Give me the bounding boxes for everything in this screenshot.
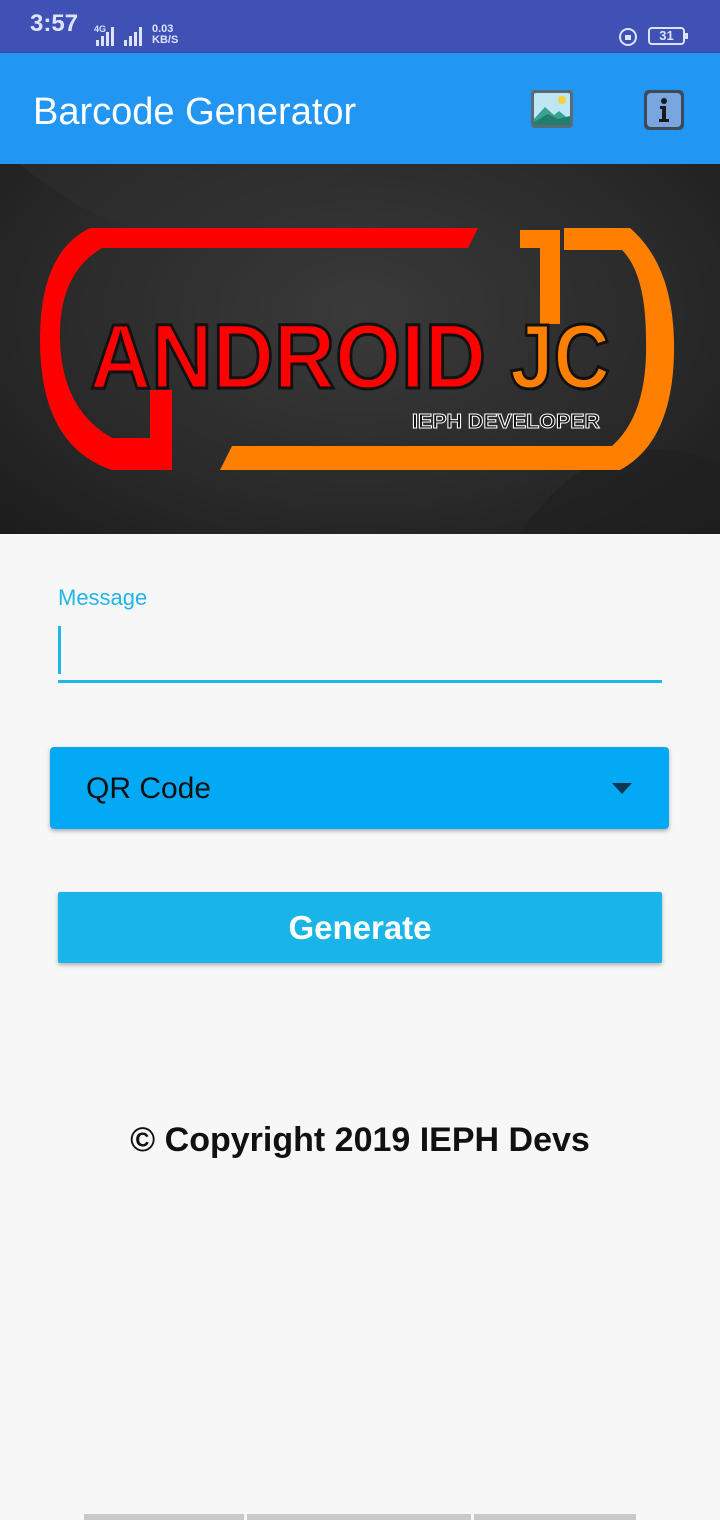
nav-segment xyxy=(474,1514,636,1520)
message-input[interactable] xyxy=(58,622,662,683)
image-button[interactable] xyxy=(530,89,574,129)
signal-icon-2 xyxy=(124,26,146,46)
nav-segment xyxy=(247,1514,471,1520)
network-speed: 0.03 KB/S xyxy=(152,24,178,46)
image-icon xyxy=(531,90,573,128)
info-button[interactable] xyxy=(643,89,687,130)
network-speed-unit: KB/S xyxy=(152,34,179,46)
navigation-bar xyxy=(84,1514,636,1520)
message-label: Message xyxy=(58,585,148,610)
battery-icon: 31 xyxy=(648,27,688,45)
logo-subtitle: IEPH DEVELOPER xyxy=(412,411,601,433)
text-cursor xyxy=(58,626,61,674)
copyright-text: © Copyright 2019 IEPH Devs xyxy=(130,1121,590,1159)
barcode-type-dropdown[interactable]: QR Code xyxy=(50,747,669,829)
dropdown-arrow-icon xyxy=(612,783,632,794)
status-bar: 3:57 4G 0.03 KB/S 31 xyxy=(0,0,720,53)
barcode-type-value: QR Code xyxy=(86,772,212,805)
app-title: Barcode Generator xyxy=(33,91,357,133)
generate-button[interactable]: Generate xyxy=(58,892,662,963)
signal-icon xyxy=(96,26,118,46)
banner-image: ANDROID JC IEPH DEVELOPER xyxy=(0,164,720,534)
info-icon xyxy=(644,90,684,130)
android-jc-logo: ANDROID JC IEPH DEVELOPER xyxy=(20,164,720,534)
status-time: 3:57 xyxy=(30,10,79,37)
app-bar: Barcode Generator xyxy=(0,53,720,164)
nav-segment xyxy=(84,1514,244,1520)
rotation-lock-icon xyxy=(619,28,637,46)
logo-text-orange: JC xyxy=(510,306,610,408)
logo-text-red: ANDROID xyxy=(90,306,486,408)
